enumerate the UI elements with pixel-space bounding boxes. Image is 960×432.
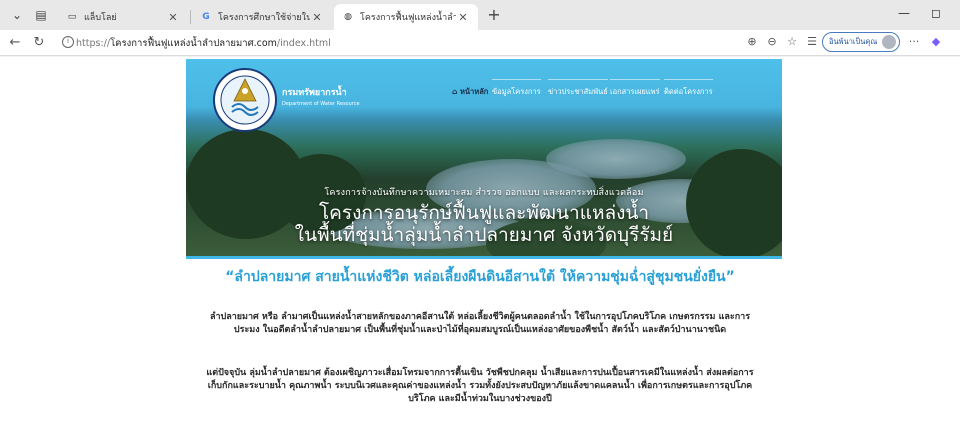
hero-accent-strip: [186, 256, 782, 259]
water-decoration: [546, 139, 686, 179]
problem-paragraph: แต่ปัจจุบัน ลุ่มน้ำลำปลายมาศ ต้องเผชิญภา…: [206, 368, 754, 404]
minimize-icon[interactable]: —: [892, 6, 916, 20]
brand-name-english: Department of Water Resource: [282, 101, 360, 107]
close-icon[interactable]: ✕: [166, 11, 180, 24]
tab-actions-chevron-down-icon[interactable]: ⌄: [6, 5, 28, 25]
maximize-icon[interactable]: ◻: [924, 6, 948, 20]
page-viewport: กรมทรัพยากรน้ำ Department of Water Resou…: [0, 57, 960, 432]
back-icon[interactable]: ←: [6, 34, 24, 52]
avatar: [882, 35, 896, 49]
tab-2-title: โครงการศึกษาใช้จ่ายในการศึกษาความเหมาะสม: [218, 13, 310, 23]
google-icon: G: [202, 12, 210, 22]
copilot-icon[interactable]: ◆: [928, 34, 944, 50]
intro-paragraph: ลำปลายมาศ หรือ ลำมาศเป็นแหล่งน้ำสายหลักข…: [209, 312, 751, 335]
page-headline: “ลำปลายมาศ สายน้ำแห่งชีวิต หล่อเลี้ยงผืน…: [225, 269, 735, 285]
hero-banner: กรมทรัพยากรน้ำ Department of Water Resou…: [186, 59, 782, 259]
new-tab-button[interactable]: +: [484, 6, 504, 26]
more-icon[interactable]: ···: [906, 34, 922, 50]
site-navigation: ⌂ หน้าหลัก ข้อมูลโครงการ ข่าวประชาสัมพัน…: [186, 79, 782, 99]
settings-icon[interactable]: ⊖: [764, 34, 780, 50]
tab-2[interactable]: G โครงการศึกษาใช้จ่ายในการศึกษาความเหมาะ…: [192, 4, 332, 30]
nav-news[interactable]: ข่าวประชาสัมพันธ์: [548, 79, 608, 98]
tab-1[interactable]: ▭ แล็บโลย่ ✕: [58, 4, 188, 30]
tab-strip: ⌄ ▤ ▭ แล็บโลย่ ✕ G โครงการศึกษาใช้จ่ายใน…: [0, 0, 960, 30]
profile-label: อินพ้นาเป็นคุณ: [829, 37, 878, 46]
page-icon: ▭: [67, 12, 77, 22]
star-icon[interactable]: ☆: [784, 34, 800, 50]
tab-1-title: แล็บโลย่: [84, 13, 117, 23]
close-icon[interactable]: ✕: [456, 11, 470, 24]
project-title-line1: โครงการอนุรักษ์ฟื้นฟูและพัฒนาแหล่งน้ำ: [318, 202, 650, 224]
url-text: https://โครงการฟื้นฟูแหล่งน้ำลำปลายมาศ.c…: [76, 38, 331, 49]
project-title-line2: ในพื้นที่ชุ่มน้ำลุ่มน้ำลำปลายมาศ จังหวัด…: [294, 224, 674, 246]
hero-caption: โครงการจ้างบันทึกษาความเหมาะสม สำรวจ ออก…: [186, 185, 782, 246]
nav-documents[interactable]: เอกสารเผยแพร่: [610, 79, 660, 98]
address-bar: ← ↻ i https://โครงการฟื้นฟูแหล่งน้ำลำปลา…: [0, 30, 960, 56]
project-subtitle: โครงการจ้างบันทึกษาความเหมาะสม สำรวจ ออก…: [324, 188, 644, 198]
nav-home[interactable]: ⌂ หน้าหลัก: [452, 79, 488, 98]
globe-icon: ◍: [344, 12, 352, 22]
nav-project-info[interactable]: ข้อมูลโครงการ: [492, 79, 541, 98]
lock-icon[interactable]: i: [62, 36, 74, 48]
zoom-icon[interactable]: ⊕: [744, 34, 760, 50]
reload-icon[interactable]: ↻: [30, 34, 48, 52]
dwr-logo: [213, 68, 277, 132]
nav-contact[interactable]: ติดต่อโครงการ: [664, 79, 713, 98]
tab-3-title: โครงการฟื้นฟูแหล่งน้ำลำปลายมาศ: [360, 13, 456, 23]
tab-list-icon[interactable]: ▤: [30, 5, 52, 25]
favorites-icon[interactable]: ☰: [804, 34, 820, 50]
profile-button[interactable]: อินพ้นาเป็นคุณ: [822, 32, 900, 52]
tab-3-active[interactable]: ◍ โครงการฟื้นฟูแหล่งน้ำลำปลายมาศ ✕: [334, 4, 478, 30]
close-icon[interactable]: ✕: [310, 11, 324, 24]
